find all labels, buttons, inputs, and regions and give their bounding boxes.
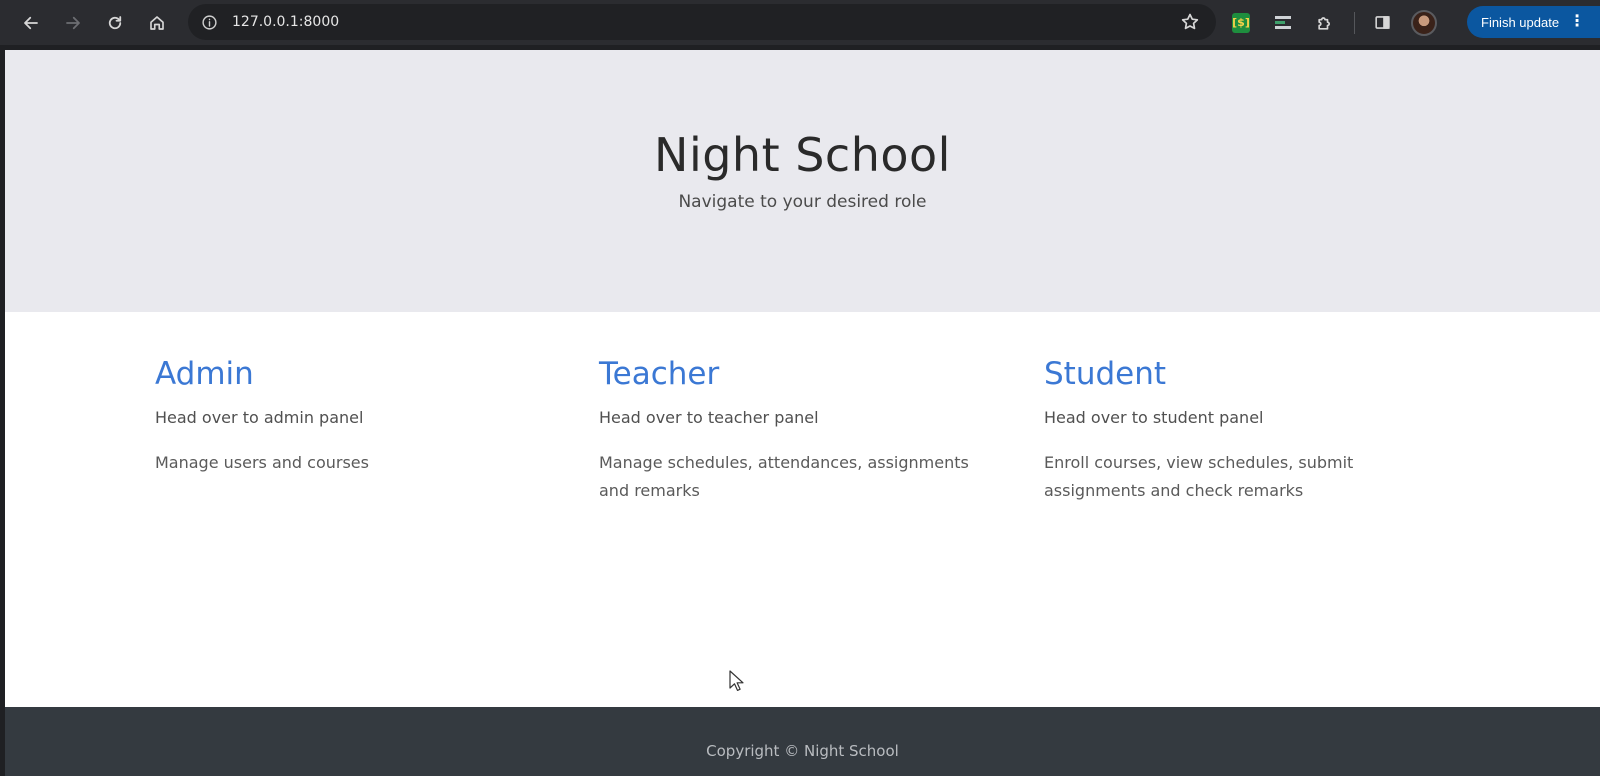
side-panel-button[interactable] bbox=[1369, 10, 1395, 36]
arrow-left-icon bbox=[24, 16, 38, 29]
reload-icon bbox=[108, 15, 122, 29]
footer-copyright: Copyright © Night School bbox=[706, 741, 899, 760]
reload-button[interactable] bbox=[100, 8, 130, 38]
role-description-admin: Manage users and courses bbox=[155, 453, 369, 472]
role-title-student[interactable]: Student bbox=[1044, 356, 1166, 392]
role-title-teacher[interactable]: Teacher bbox=[599, 356, 719, 392]
home-icon bbox=[150, 15, 164, 30]
hero-banner: Night School Navigate to your desired ro… bbox=[5, 50, 1600, 312]
admin-panel-link[interactable]: Head over to admin panel bbox=[155, 408, 535, 427]
role-card-teacher: Teacher Head over to teacher panel Manag… bbox=[599, 356, 979, 505]
puzzle-icon bbox=[1318, 16, 1330, 30]
role-description-student: Enroll courses, view schedules, submit a… bbox=[1044, 453, 1354, 500]
side-panel-icon bbox=[1374, 16, 1390, 29]
role-card-student: Student Head over to student panel Enrol… bbox=[1044, 356, 1424, 505]
roles-section: Admin Head over to admin panel Manage us… bbox=[5, 312, 1600, 707]
role-title-admin[interactable]: Admin bbox=[155, 356, 254, 392]
teacher-panel-link[interactable]: Head over to teacher panel bbox=[599, 408, 979, 427]
student-panel-link[interactable]: Head over to student panel bbox=[1044, 408, 1424, 427]
home-button[interactable] bbox=[142, 8, 172, 38]
bookmark-button[interactable] bbox=[1180, 12, 1200, 32]
toolbar-divider bbox=[1354, 11, 1355, 34]
profile-avatar[interactable] bbox=[1411, 9, 1437, 36]
finish-update-label: Finish update bbox=[1481, 14, 1560, 30]
extension-button[interactable] bbox=[1270, 10, 1296, 36]
role-card-admin: Admin Head over to admin panel Manage us… bbox=[155, 356, 535, 477]
sheets-extension-icon: [$] bbox=[1232, 12, 1250, 33]
role-description-teacher: Manage schedules, attendances, assignmen… bbox=[599, 453, 969, 500]
star-icon bbox=[1181, 13, 1199, 30]
extensions-menu-button[interactable] bbox=[1312, 10, 1338, 36]
arrow-right-icon bbox=[66, 16, 80, 29]
url-text[interactable]: 127.0.0.1:8000 bbox=[232, 14, 339, 30]
address-bar[interactable]: 127.0.0.1:8000 bbox=[188, 4, 1216, 40]
info-icon bbox=[201, 14, 217, 30]
back-button[interactable] bbox=[16, 8, 46, 38]
site-info-button[interactable] bbox=[198, 11, 220, 33]
page-viewport: Night School Navigate to your desired ro… bbox=[5, 50, 1600, 776]
page-subtitle: Navigate to your desired role bbox=[678, 192, 927, 212]
extensions-area: [$] bbox=[1228, 0, 1437, 45]
sheets-extension-button[interactable]: [$] bbox=[1228, 10, 1254, 36]
mouse-cursor-icon bbox=[729, 670, 744, 691]
page-footer: Copyright © Night School bbox=[5, 707, 1600, 776]
finish-update-button[interactable]: Finish update ⋮ bbox=[1467, 6, 1600, 38]
more-menu-icon[interactable]: ⋮ bbox=[1569, 14, 1585, 30]
forward-button[interactable] bbox=[58, 8, 88, 38]
page-title: Night School bbox=[654, 128, 951, 182]
browser-toolbar: 127.0.0.1:8000 [$] Finish update ⋮ bbox=[0, 0, 1600, 45]
extension-bars-icon bbox=[1275, 16, 1291, 29]
